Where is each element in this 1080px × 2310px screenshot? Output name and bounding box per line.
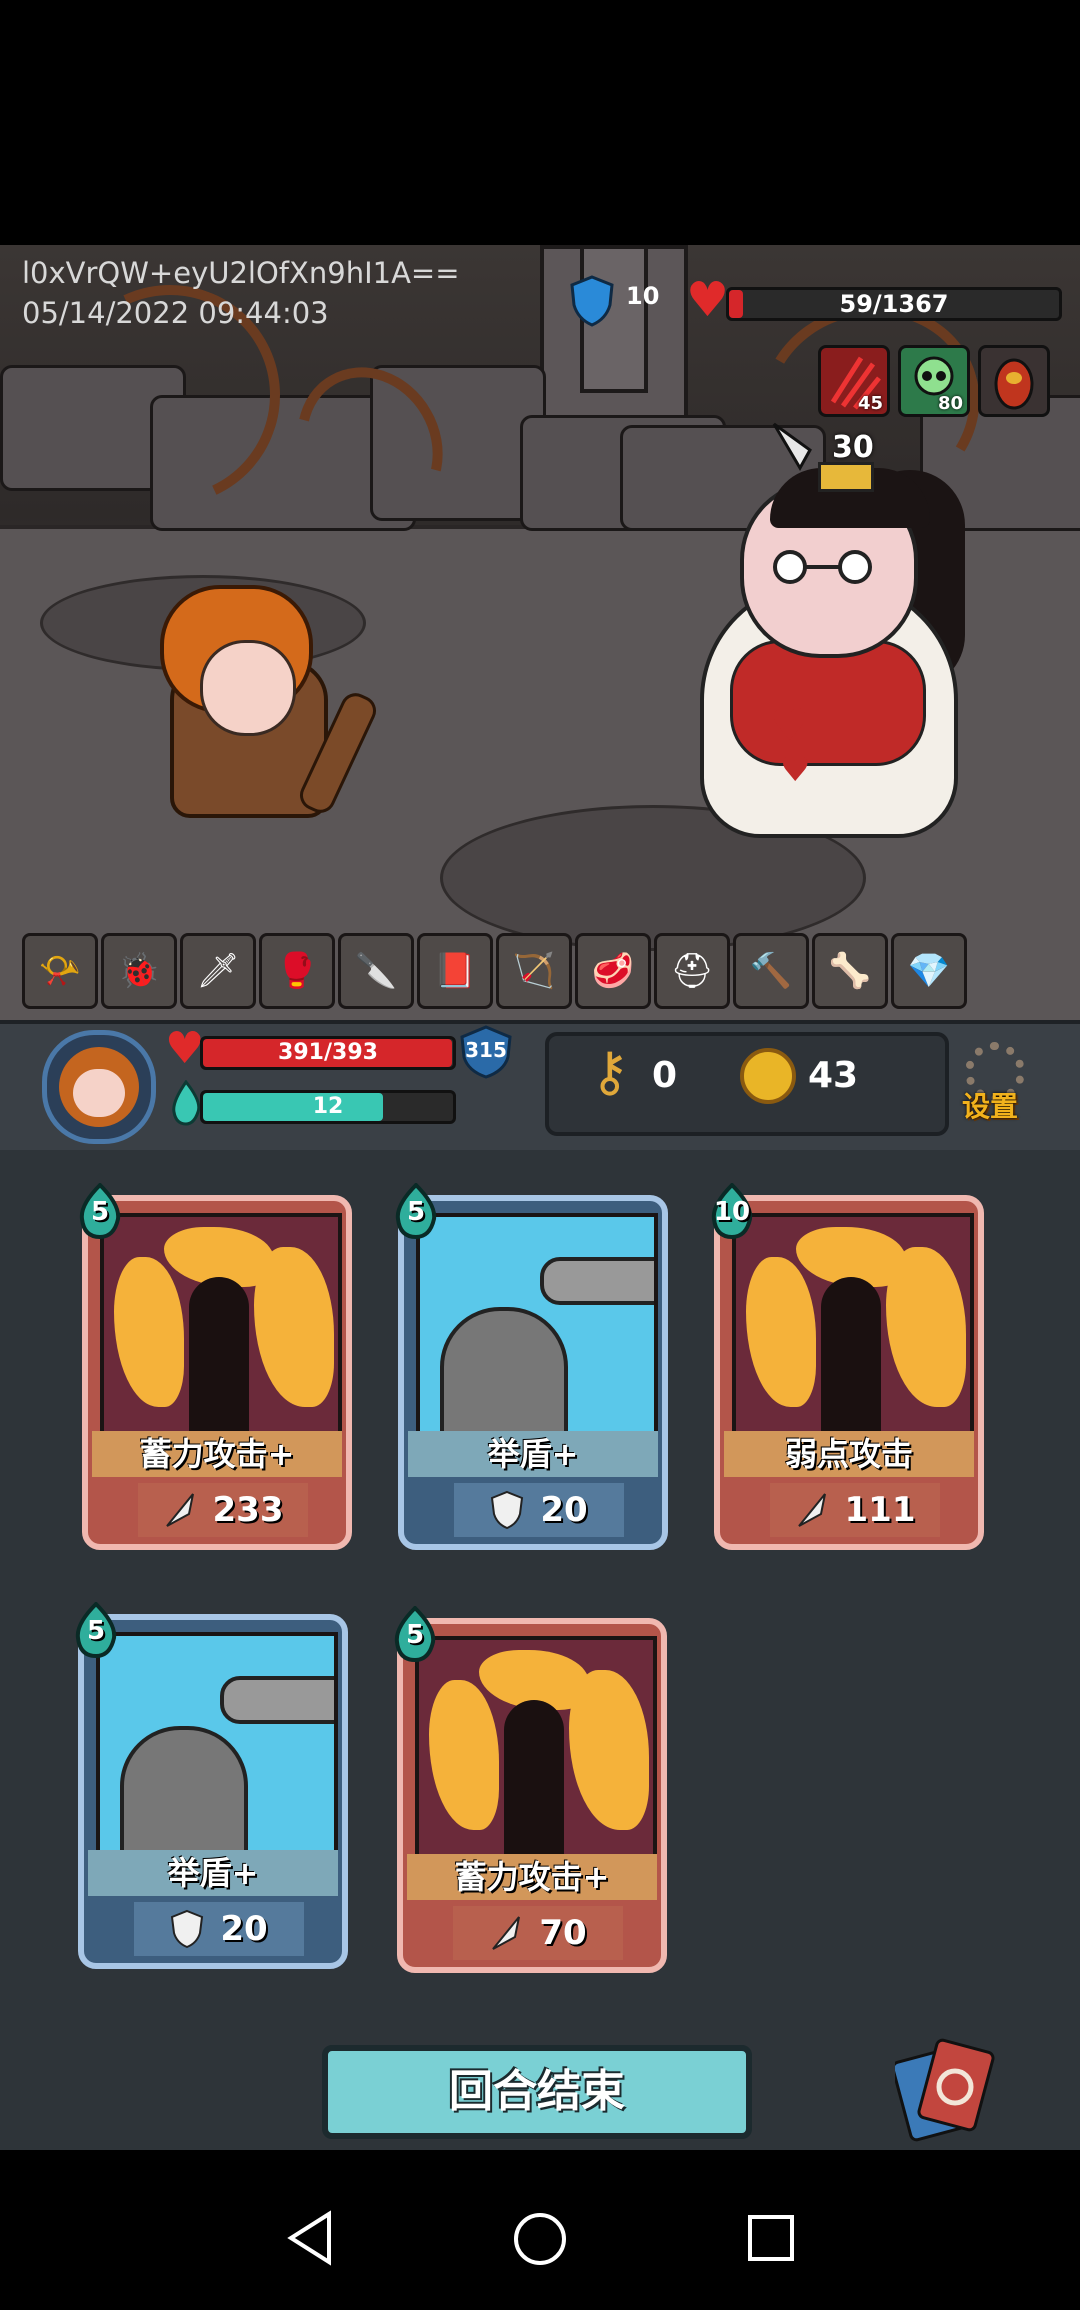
- player-hp-bar: 391/393: [200, 1036, 456, 1070]
- card-value-row: 20: [134, 1902, 304, 1956]
- card-art: [100, 1213, 342, 1436]
- attack-intent-icon: [772, 422, 812, 472]
- knight-helmet: [120, 1726, 248, 1851]
- enemy-intent-value: 30: [832, 430, 874, 465]
- knight-helmet: [440, 1307, 568, 1432]
- card-value-row: 233: [138, 1483, 308, 1537]
- hammer-icon[interactable]: 🔨: [733, 933, 809, 1009]
- energy-flame-icon: [172, 1080, 201, 1126]
- player-avatar[interactable]: [42, 1030, 156, 1144]
- blade-icon: [797, 1493, 826, 1527]
- skull-icon[interactable]: 80: [898, 345, 970, 417]
- card-attack[interactable]: 蓄力攻击+ 70 5: [394, 1606, 667, 1973]
- watermark-hash: l0xVrQW+eyU2lOfXn9hI1A==: [22, 256, 460, 290]
- figure-silhouette: [189, 1277, 249, 1432]
- enemy-hp-bar: 59/1367: [726, 287, 1062, 321]
- system-nav-bar: [0, 2165, 1080, 2310]
- card-value-row: 111: [770, 1483, 940, 1537]
- egg-graphic: [994, 358, 1034, 410]
- enemy-block-value: 10: [626, 282, 660, 310]
- card-cost: 5: [90, 1197, 110, 1227]
- crystal-icon[interactable]: 💎: [891, 933, 967, 1009]
- card-value-row: 20: [454, 1483, 624, 1537]
- card-art: [96, 1632, 338, 1855]
- enemy-heart-icon: ♥: [686, 272, 730, 328]
- card-title: 举盾+: [408, 1431, 658, 1477]
- card-cost: 5: [405, 1620, 425, 1650]
- claw-slash-icon[interactable]: 45: [818, 345, 890, 417]
- avatar-face: [73, 1069, 125, 1117]
- card-value: 111: [844, 1490, 916, 1530]
- key-icon: ⚷: [590, 1040, 630, 1103]
- flame-shape: [429, 1680, 499, 1830]
- enemy-character[interactable]: [690, 460, 970, 840]
- card-art: [416, 1213, 658, 1436]
- card-title: 蓄力攻击+: [92, 1431, 342, 1477]
- shield-icon: [171, 1909, 204, 1949]
- blade-icon: [165, 1493, 194, 1527]
- horn-icon[interactable]: 📯: [22, 933, 98, 1009]
- status-value: 80: [937, 393, 963, 414]
- card-title: 弱点攻击: [724, 1431, 974, 1477]
- helmet-icon[interactable]: ⛑: [654, 933, 730, 1009]
- crossbow-icon[interactable]: 🏹: [496, 933, 572, 1009]
- settings-label: 设置: [962, 1090, 1019, 1123]
- home-icon[interactable]: [512, 2211, 568, 2267]
- card-defense[interactable]: 举盾+ 20 5: [75, 1602, 348, 1969]
- card-value: 20: [220, 1909, 268, 1949]
- card-cost: 5: [86, 1616, 106, 1646]
- bone-icon[interactable]: 🦴: [812, 933, 888, 1009]
- shield-icon: [491, 1490, 524, 1530]
- card-art: [415, 1636, 657, 1859]
- figure-silhouette: [821, 1277, 881, 1432]
- flame-shape: [114, 1257, 184, 1407]
- boxing-glove-icon[interactable]: 🥊: [259, 933, 335, 1009]
- card-value: 70: [539, 1913, 587, 1953]
- shield-arm: [540, 1257, 654, 1305]
- watermark: l0xVrQW+eyU2lOfXn9hI1A== 05/14/2022 09:4…: [22, 253, 460, 333]
- card-value-row: 70: [453, 1906, 623, 1960]
- card-title: 举盾+: [88, 1850, 338, 1896]
- card-art: [732, 1213, 974, 1436]
- back-icon[interactable]: [285, 2210, 335, 2266]
- card-cost: 5: [406, 1197, 426, 1227]
- card-title: 蓄力攻击+: [407, 1854, 657, 1900]
- dagger-potion-icon[interactable]: 🗡: [180, 933, 256, 1009]
- gold-coin-icon: [740, 1048, 796, 1104]
- spellbook-icon[interactable]: 📕: [417, 933, 493, 1009]
- watermark-timestamp: 05/14/2022 09:44:03: [22, 296, 329, 330]
- recents-icon[interactable]: [746, 2213, 796, 2263]
- card-attack[interactable]: 弱点攻击 111 10: [711, 1183, 984, 1550]
- figure-silhouette: [504, 1700, 564, 1855]
- player-heart-icon: ♥: [165, 1023, 205, 1074]
- flame-shape: [746, 1257, 816, 1407]
- card-defense[interactable]: 举盾+ 20 5: [395, 1183, 668, 1550]
- player-hp-text: 391/393: [278, 1040, 378, 1065]
- player-energy-text: 12: [312, 1094, 344, 1119]
- sword-icon[interactable]: 🔪: [338, 933, 414, 1009]
- key-count: 0: [652, 1055, 678, 1096]
- shield-arm: [220, 1676, 334, 1724]
- card-cost: 10: [713, 1197, 751, 1227]
- enemy-hp-text: 59/1367: [839, 290, 949, 318]
- coin-count: 43: [808, 1055, 859, 1096]
- status-value: 45: [857, 393, 883, 414]
- player-energy-bar: 12: [200, 1090, 456, 1124]
- player-shield-value: 315: [465, 1038, 507, 1062]
- blade-icon: [492, 1916, 521, 1950]
- bug-icon[interactable]: 🐞: [101, 933, 177, 1009]
- enemy-block-shield-icon: [570, 275, 614, 327]
- card-value: 20: [540, 1490, 588, 1530]
- hero-face: [200, 640, 296, 736]
- card-value: 233: [212, 1490, 284, 1530]
- meat-icon[interactable]: 🥩: [575, 933, 651, 1009]
- card-attack[interactable]: 蓄力攻击+ 233 5: [79, 1183, 352, 1550]
- discard-pile-icon[interactable]: [895, 2035, 995, 2145]
- egg-icon[interactable]: [978, 345, 1050, 417]
- end-turn-button[interactable]: 回合结束: [322, 2045, 752, 2139]
